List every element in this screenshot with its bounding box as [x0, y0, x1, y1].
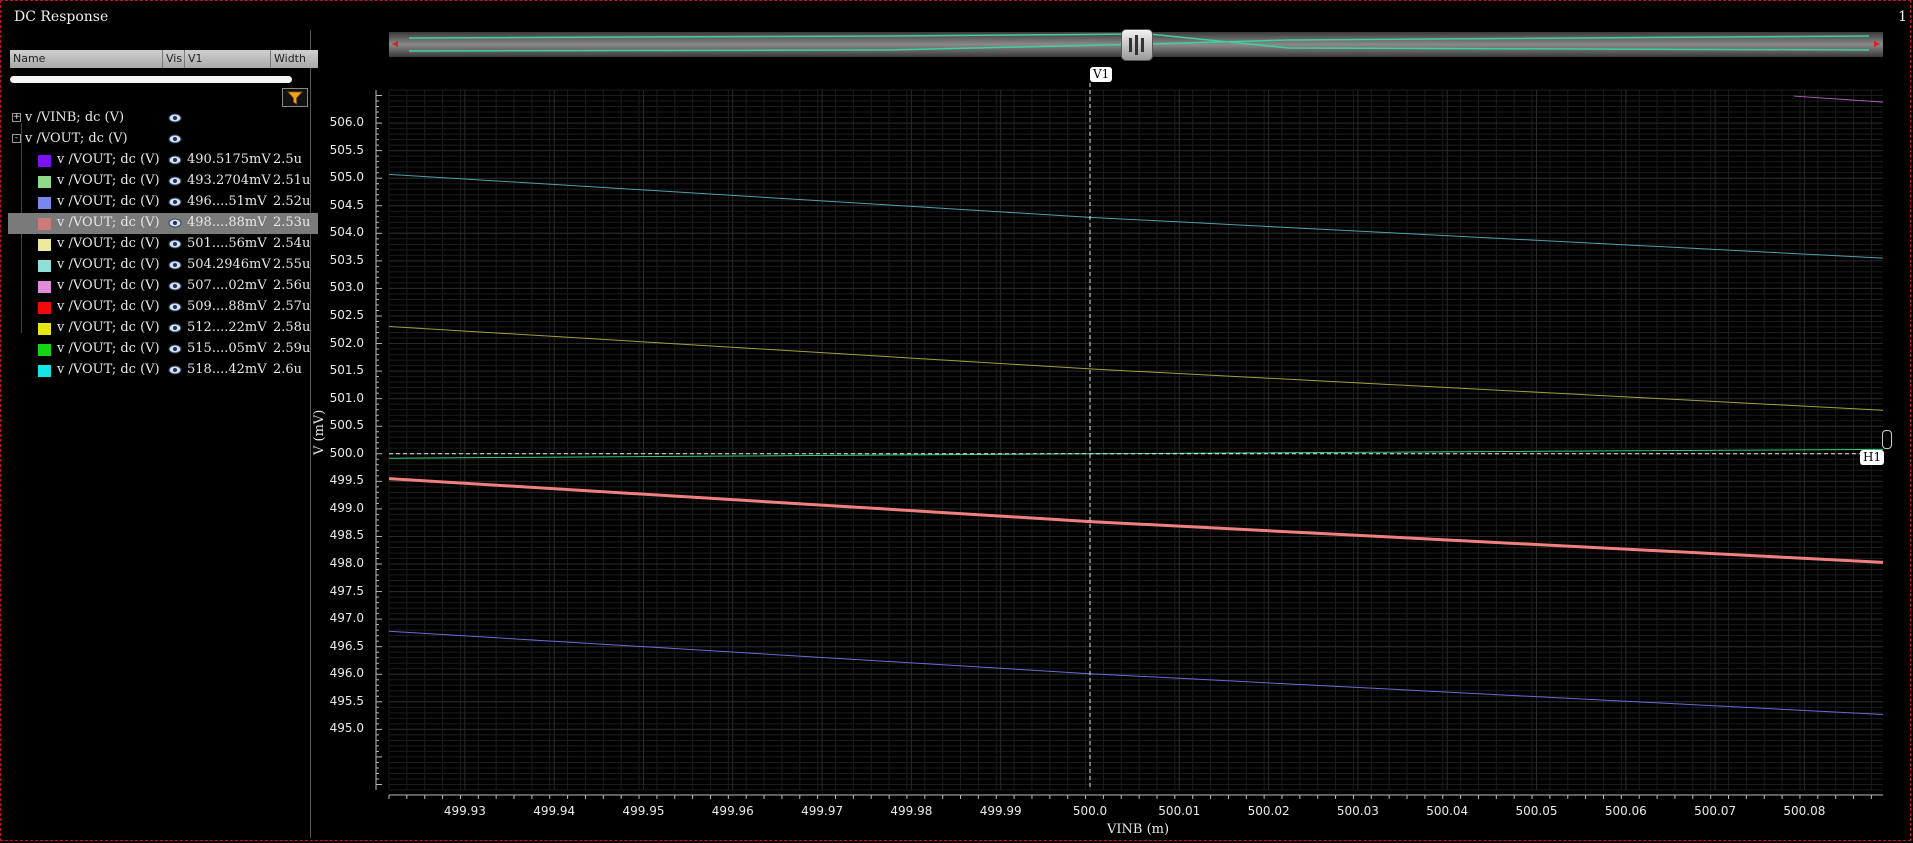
trace-line: [388, 477, 1884, 564]
y-tick-label: 499.0: [329, 500, 364, 515]
x-tick-label: 500.03: [1336, 804, 1379, 818]
x-tick-label: 500.01: [1158, 804, 1201, 818]
y-axis-label: V (mV): [312, 409, 327, 455]
marker-scroll-handle[interactable]: [1882, 430, 1892, 449]
x-tick-label: 500.08: [1783, 804, 1826, 818]
y-tick-label: 496.5: [329, 638, 364, 653]
x-tick-label: 499.93: [443, 804, 486, 818]
x-tick-label: 499.96: [711, 804, 754, 818]
y-tick-label: 502.0: [329, 335, 364, 350]
y-tick-label: 503.5: [329, 252, 364, 267]
y-tick-label: 498.5: [329, 528, 364, 543]
x-tick-label: 499.95: [622, 804, 665, 818]
y-tick-label: 497.5: [329, 583, 364, 598]
x-tick-label: 499.98: [890, 804, 933, 818]
y-tick-label: 495.0: [329, 721, 364, 736]
y-tick-label: 503.0: [329, 280, 364, 295]
y-tick-label: 497.0: [329, 611, 364, 626]
x-axis-label: VINB (m): [1107, 822, 1170, 837]
y-tick-label: 496.0: [329, 666, 364, 681]
x-tick-label: 499.97: [801, 804, 844, 818]
y-tick-label: 505.0: [329, 170, 364, 185]
y-tick-label: 502.5: [329, 307, 364, 322]
x-tick-label: 500.0: [1072, 804, 1108, 818]
y-tick-label: 498.0: [329, 556, 364, 571]
y-tick-label: 506.0: [329, 115, 364, 130]
y-tick-label: 495.5: [329, 693, 364, 708]
horizontal-marker-label[interactable]: H1: [1860, 450, 1885, 465]
x-tick-label: 500.05: [1515, 804, 1558, 818]
plot-area[interactable]: [0, 0, 1913, 843]
x-tick-label: 499.94: [533, 804, 576, 818]
y-tick-label: 505.5: [329, 142, 364, 157]
x-tick-label: 500.04: [1426, 804, 1469, 818]
y-tick-label: 501.5: [329, 363, 364, 378]
x-tick-label: 500.07: [1694, 804, 1737, 818]
x-tick-label: 499.99: [979, 804, 1022, 818]
x-tick-label: 500.02: [1247, 804, 1290, 818]
trace-line: [388, 173, 1884, 259]
y-tick-label: 501.0: [329, 390, 364, 405]
vertical-marker-label[interactable]: V1: [1090, 67, 1113, 82]
trace-line: [388, 325, 1884, 411]
y-tick-label: 499.5: [329, 473, 364, 488]
y-tick-label: 504.5: [329, 197, 364, 212]
y-tick-label: 504.0: [329, 225, 364, 240]
x-tick-label: 500.06: [1604, 804, 1647, 818]
